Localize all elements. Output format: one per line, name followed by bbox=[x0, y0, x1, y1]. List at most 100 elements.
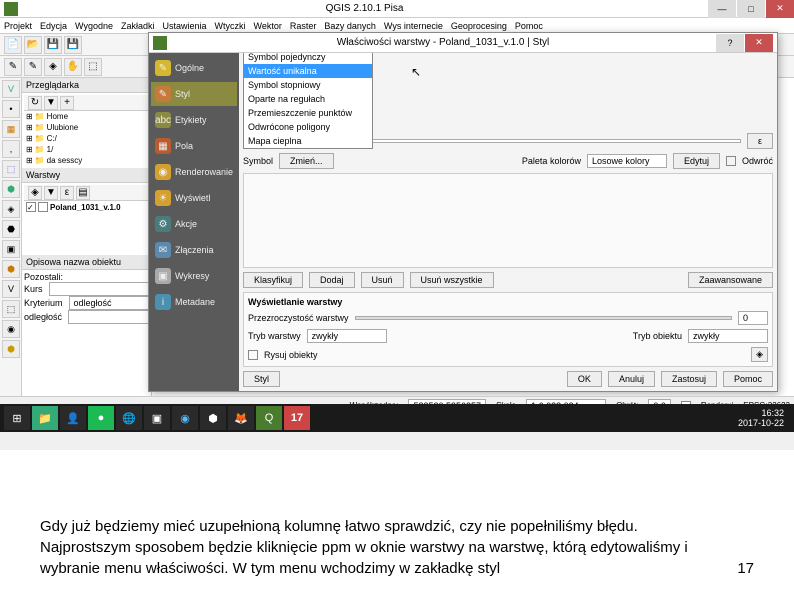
menu-projekt[interactable]: Projekt bbox=[4, 21, 32, 31]
dropdown-item[interactable]: Przemieszczenie punktów bbox=[244, 106, 372, 120]
layer-item[interactable]: Poland_1031_v.1.0 bbox=[24, 201, 149, 213]
browser-item[interactable]: ⊞ 📁 Ulubione bbox=[24, 122, 149, 133]
expr-icon[interactable]: ε bbox=[60, 186, 74, 200]
comment-icon[interactable]: ◉ bbox=[2, 320, 20, 338]
filter-icon[interactable]: ▼ bbox=[44, 96, 58, 110]
filter2-icon[interactable]: ▼ bbox=[44, 186, 58, 200]
task-app2-icon[interactable]: ▣ bbox=[144, 406, 170, 430]
odwroc-checkbox[interactable] bbox=[726, 156, 736, 166]
usun-button[interactable]: Usuń bbox=[361, 272, 404, 288]
style-icon[interactable]: ◈ bbox=[28, 186, 42, 200]
point-icon[interactable]: • bbox=[2, 100, 20, 118]
menu-bazy danych[interactable]: Bazy danych bbox=[324, 21, 376, 31]
tool-icon[interactable]: ⬚ bbox=[84, 58, 102, 76]
zmien-button[interactable]: Zmień... bbox=[279, 153, 334, 169]
csv-icon[interactable]: , bbox=[2, 140, 20, 158]
transparency-value[interactable]: 0 bbox=[738, 311, 768, 325]
zaawansowane-button[interactable]: Zaawansowane bbox=[688, 272, 773, 288]
sidebar-item-wyświetl[interactable]: ☀Wyświetl bbox=[151, 186, 237, 210]
browser-item[interactable]: ⊞ 📁 C:/ bbox=[24, 133, 149, 144]
vector-icon[interactable]: V bbox=[2, 80, 20, 98]
task-app3-icon[interactable]: ◉ bbox=[172, 406, 198, 430]
task-17-icon[interactable]: 17 bbox=[284, 406, 310, 430]
dialog-close-button[interactable]: ✕ bbox=[745, 34, 773, 52]
open-icon[interactable]: 📂 bbox=[24, 36, 42, 54]
sidebar-item-styl[interactable]: ✎Styl bbox=[151, 82, 237, 106]
task-spotify-icon[interactable]: ● bbox=[88, 406, 114, 430]
method-icon[interactable]: ⬚ bbox=[2, 300, 20, 318]
odleglosc-input[interactable] bbox=[68, 310, 148, 324]
start-button[interactable]: ⊞ bbox=[4, 406, 30, 430]
pan-icon[interactable]: ✋ bbox=[64, 58, 82, 76]
wfs-icon[interactable]: ◈ bbox=[2, 200, 20, 218]
task-chrome-icon[interactable]: 🌐 bbox=[116, 406, 142, 430]
dropdown-item[interactable]: Symbol stopniowy bbox=[244, 78, 372, 92]
sidebar-item-akcje[interactable]: ⚙Akcje bbox=[151, 212, 237, 236]
maximize-button[interactable]: □ bbox=[737, 0, 765, 18]
task-qgis-icon[interactable]: Q bbox=[256, 406, 282, 430]
system-clock[interactable]: 16:32 2017-10-22 bbox=[738, 408, 790, 428]
new-icon[interactable]: 📄 bbox=[4, 36, 22, 54]
ora-icon[interactable]: ⬢ bbox=[2, 260, 20, 278]
menu-zakładki[interactable]: Zakładki bbox=[121, 21, 155, 31]
styl-button[interactable]: Styl bbox=[243, 371, 280, 387]
sidebar-item-etykiety[interactable]: abcEtykiety bbox=[151, 108, 237, 132]
node-icon[interactable]: ◈ bbox=[44, 58, 62, 76]
sidebar-item-renderowanie[interactable]: ◉Renderowanie bbox=[151, 160, 237, 184]
anuluj-button[interactable]: Anuluj bbox=[608, 371, 655, 387]
browser-item[interactable]: ⊞ 📁 1/ bbox=[24, 144, 149, 155]
transparency-slider[interactable] bbox=[355, 316, 732, 320]
zastosuj-button[interactable]: Zastosuj bbox=[661, 371, 717, 387]
add-icon[interactable]: + bbox=[60, 96, 74, 110]
usun-wszystkie-button[interactable]: Usuń wszystkie bbox=[410, 272, 494, 288]
browser-item[interactable]: ⊞ 📁 da sesscy bbox=[24, 155, 149, 166]
expand-icon[interactable]: ▤ bbox=[76, 186, 90, 200]
sidebar-item-wykresy[interactable]: ▣Wykresy bbox=[151, 264, 237, 288]
menu-raster[interactable]: Raster bbox=[290, 21, 317, 31]
menu-wygodne[interactable]: Wygodne bbox=[75, 21, 113, 31]
sidebar-item-metadane[interactable]: iMetadane bbox=[151, 290, 237, 314]
edit-palette-button[interactable]: Edytuj bbox=[673, 153, 720, 169]
edit-icon[interactable]: ✎ bbox=[4, 58, 22, 76]
save-icon[interactable]: 💾 bbox=[44, 36, 62, 54]
task-app1-icon[interactable]: 👤 bbox=[60, 406, 86, 430]
menu-geoprocesing[interactable]: Geoprocesing bbox=[451, 21, 507, 31]
ok-button[interactable]: OK bbox=[567, 371, 602, 387]
msql-icon[interactable]: ▣ bbox=[2, 240, 20, 258]
raster-icon[interactable]: ▦ bbox=[2, 120, 20, 138]
dropdown-item[interactable]: Oparte na regułach bbox=[244, 92, 372, 106]
expr-button[interactable]: ε bbox=[747, 133, 773, 149]
dodaj-button[interactable]: Dodaj bbox=[309, 272, 355, 288]
db-icon[interactable]: ⬢ bbox=[2, 180, 20, 198]
kurs-input[interactable] bbox=[49, 282, 149, 296]
virtual-icon[interactable]: V bbox=[2, 280, 20, 298]
paleta-select[interactable]: Losowe kolory bbox=[587, 154, 667, 168]
menu-edycja[interactable]: Edycja bbox=[40, 21, 67, 31]
task-app4-icon[interactable]: ⬢ bbox=[200, 406, 226, 430]
close-button[interactable]: ✕ bbox=[766, 0, 794, 18]
saveas-icon[interactable]: 💾 bbox=[64, 36, 82, 54]
browser-item[interactable]: ⊞ 📁 Home bbox=[24, 111, 149, 122]
rysuj-checkbox[interactable] bbox=[248, 350, 258, 360]
spatial-icon[interactable]: ⬣ bbox=[2, 220, 20, 238]
layer-checkbox[interactable] bbox=[26, 202, 36, 212]
dropdown-item[interactable]: Wartość unikalna bbox=[244, 64, 372, 78]
sidebar-item-pola[interactable]: ▦Pola bbox=[151, 134, 237, 158]
grass-icon[interactable]: ⬢ bbox=[2, 340, 20, 358]
dropdown-item[interactable]: Mapa cieplna bbox=[244, 134, 372, 148]
minimize-button[interactable]: — bbox=[708, 0, 736, 18]
wms-icon[interactable]: ⬚ bbox=[2, 160, 20, 178]
refresh-icon[interactable]: ↻ bbox=[28, 96, 42, 110]
rysuj-btn[interactable]: ◈ bbox=[751, 347, 768, 362]
menu-ustawienia[interactable]: Ustawienia bbox=[163, 21, 207, 31]
classes-list[interactable] bbox=[243, 173, 773, 268]
menu-pomoc[interactable]: Pomoc bbox=[515, 21, 543, 31]
sidebar-item-złączenia[interactable]: ✉Złączenia bbox=[151, 238, 237, 262]
task-firefox-icon[interactable]: 🦊 bbox=[228, 406, 254, 430]
klasyfikuj-button[interactable]: Klasyfikuj bbox=[243, 272, 303, 288]
menu-wys internecie[interactable]: Wys internecie bbox=[384, 21, 443, 31]
dialog-help-button[interactable]: ? bbox=[716, 34, 744, 52]
pomoc-button[interactable]: Pomoc bbox=[723, 371, 773, 387]
tryb-select[interactable]: zwykły bbox=[307, 329, 387, 343]
edit2-icon[interactable]: ✎ bbox=[24, 58, 42, 76]
